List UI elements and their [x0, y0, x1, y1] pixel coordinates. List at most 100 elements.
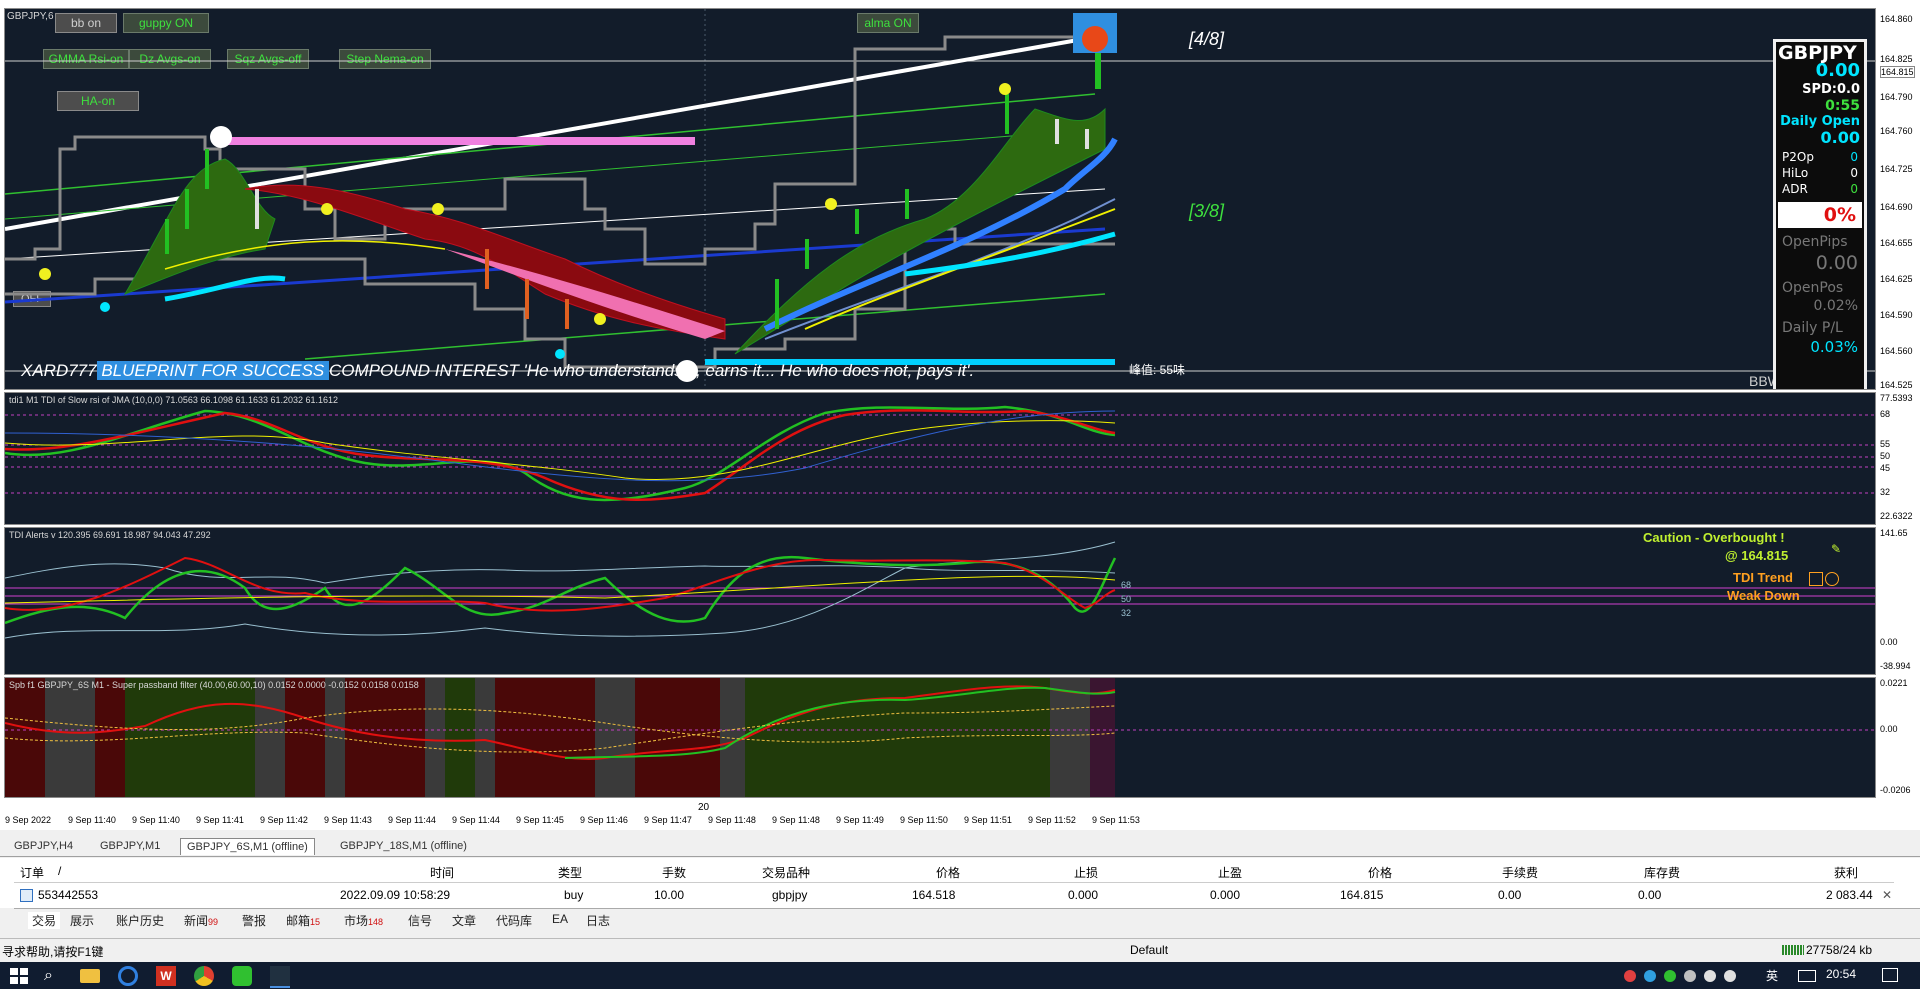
cell-order: 553442553 [38, 888, 99, 902]
col-commission[interactable]: 手续费 [1502, 864, 1538, 881]
tab-gbpjpy-6s[interactable]: GBPJPY_6S,M1 (offline) [180, 838, 315, 855]
col-volume[interactable]: 手数 [662, 864, 686, 881]
col-profit[interactable]: 获利 [1834, 864, 1858, 881]
info-p2op-label: P2Op [1782, 150, 1814, 164]
tab-gbpjpy-18s[interactable]: GBPJPY_18S,M1 (offline) [334, 838, 473, 854]
time-tick: 9 Sep 11:47 [644, 815, 692, 825]
tdi-trend-value: Weak Down [1727, 588, 1800, 603]
col-sl[interactable]: 止损 [1074, 864, 1098, 881]
search-icon[interactable]: ⌕ [44, 966, 64, 986]
tdi-circle-icon [1825, 572, 1839, 586]
caution-text: Caution - Overbought ! [1643, 530, 1785, 545]
tab-news[interactable]: 新闻99 [184, 912, 218, 929]
tab-signals[interactable]: 信号 [408, 912, 432, 929]
chrome-icon[interactable] [194, 966, 214, 986]
tray-icon-1[interactable] [1624, 970, 1636, 982]
banner: XARD777 BLUEPRINT FOR SUCCESS COMPOUND I… [21, 361, 974, 381]
axis-tick: 164.525 [1880, 380, 1913, 390]
info-hilo: 0 [1850, 166, 1858, 180]
info-dailypl: 0.03% [1810, 338, 1858, 356]
tab-journal[interactable]: 日志 [586, 912, 610, 929]
passband-svg [5, 678, 1875, 797]
axis-tick: 164.825 [1880, 54, 1913, 64]
info-panel: GBPJPY 0.00 SPD:0.0 0:55 Daily Open 0.00… [1773, 39, 1867, 389]
tray-icon-2[interactable] [1644, 970, 1656, 982]
tab-exposure[interactable]: 展示 [70, 912, 94, 929]
tab-gbpjpy-m1[interactable]: GBPJPY,M1 [94, 838, 166, 854]
col-time[interactable]: 时间 [430, 864, 454, 881]
input-language[interactable]: 英 [1766, 967, 1778, 984]
time-tick: 9 Sep 11:44 [388, 815, 436, 825]
windows-start-icon[interactable] [8, 966, 28, 986]
time-tick: 9 Sep 11:45 [516, 815, 564, 825]
passband-pane[interactable]: Spb f1 GBPJPY_6S M1 - Super passband fil… [4, 677, 1876, 798]
sync-app-icon[interactable] [118, 966, 138, 986]
volume-icon[interactable] [1724, 970, 1736, 982]
tab-badge: 99 [208, 917, 219, 927]
tray-icon-4[interactable] [1684, 970, 1696, 982]
col-current-price[interactable]: 价格 [1368, 864, 1392, 881]
info-openpos-label: OpenPos [1782, 280, 1844, 296]
axis-tick: 164.790 [1880, 92, 1913, 102]
taskbar-clock: 20:54 [1826, 967, 1857, 981]
metatrader-icon[interactable] [270, 966, 290, 988]
tab-gbpjpy-h4[interactable]: GBPJPY,H4 [8, 838, 79, 854]
col-swap[interactable]: 库存费 [1644, 864, 1680, 881]
tab-mailbox[interactable]: 邮箱15 [286, 912, 320, 929]
axis-tick: 68 [1880, 409, 1891, 419]
notification-icon[interactable] [1882, 968, 1898, 982]
price-chart-svg [5, 9, 1875, 389]
tdi1-axis: 77.5393 68 55 50 45 32 22.6322 [1876, 392, 1920, 525]
cell-volume: 10.00 [654, 888, 685, 902]
tray-icon-3[interactable] [1664, 970, 1676, 982]
wps-icon[interactable]: W [156, 966, 176, 986]
time-tick: 9 Sep 11:43 [324, 815, 372, 825]
tab-articles[interactable]: 文章 [452, 912, 476, 929]
info-adr-label: ADR [1782, 182, 1808, 196]
pencil-icon[interactable]: ✎ [1831, 542, 1841, 556]
passband-axis: 0.0221 0.00 -0.0206 [1876, 677, 1920, 798]
tab-trade[interactable]: 交易 [28, 912, 61, 929]
col-sort[interactable]: / [58, 864, 61, 878]
axis-tick: 164.655 [1880, 238, 1913, 248]
tab-history[interactable]: 账户历史 [116, 912, 164, 929]
close-icon[interactable]: ✕ [1882, 888, 1892, 902]
terminal-tabs: 交易 展示 账户历史 新闻99 警报 邮箱15 市场148 信号 文章 代码库 … [14, 908, 1920, 931]
chart-tabs-bar: GBPJPY,H4 GBPJPY,M1 GBPJPY_6S,M1 (offlin… [0, 836, 1920, 857]
time-tick: 9 Sep 2022 [5, 815, 52, 825]
cell-swap: 0.00 [1638, 888, 1662, 902]
banner-blueprint: BLUEPRINT FOR SUCCESS [96, 361, 329, 380]
time-tick: 9 Sep 11:40 [132, 815, 180, 825]
tdi1-pane[interactable]: tdi1 M1 TDI of Slow rsi of JMA (10,0,0) … [4, 392, 1876, 525]
banner-xard: XARD777 [21, 361, 97, 380]
col-price[interactable]: 价格 [936, 864, 960, 881]
main-price-pane[interactable]: GBPJPY,6 bb on guppy ON alma ON GMMA Rsi… [4, 8, 1876, 390]
col-type[interactable]: 类型 [558, 864, 582, 881]
tab-label: 文章 [452, 914, 477, 928]
tdi-alerts-pane[interactable]: TDI Alerts v 120.395 69.691 18.987 94.04… [4, 527, 1876, 675]
chart-area[interactable]: GBPJPY,6 bb on guppy ON alma ON GMMA Rsi… [0, 0, 1920, 830]
axis-tick: 164.725 [1880, 164, 1913, 174]
col-symbol[interactable]: 交易品种 [762, 864, 810, 881]
tdi1-svg [5, 405, 1875, 502]
wechat-icon[interactable] [232, 966, 252, 986]
passband-title: Spb f1 GBPJPY_6S M1 - Super passband fil… [9, 680, 419, 690]
tab-experts[interactable]: EA [552, 912, 568, 926]
wifi-icon[interactable] [1704, 970, 1716, 982]
time-tick: 9 Sep 11:44 [452, 815, 500, 825]
col-tp[interactable]: 止盈 [1218, 864, 1242, 881]
tab-codebase[interactable]: 代码库 [496, 912, 532, 929]
status-profile[interactable]: Default [1130, 943, 1168, 957]
keyboard-icon[interactable] [1798, 970, 1816, 982]
axis-tick: 77.5393 [1880, 393, 1913, 403]
tab-market[interactable]: 市场148 [344, 912, 383, 929]
file-explorer-icon[interactable] [80, 969, 100, 983]
tab-alerts[interactable]: 警报 [242, 912, 266, 929]
col-order[interactable]: 订单 [20, 864, 44, 881]
table-row[interactable]: 553442553 2022.09.09 10:58:29 buy 10.00 … [14, 884, 1894, 906]
murrey-mid-label: [3/8] [1189, 201, 1225, 221]
cell-commission: 0.00 [1498, 888, 1522, 902]
time-tick: 9 Sep 11:40 [68, 815, 116, 825]
connection-icon [1782, 945, 1804, 955]
status-traffic: 27758/24 kb [1806, 943, 1873, 957]
